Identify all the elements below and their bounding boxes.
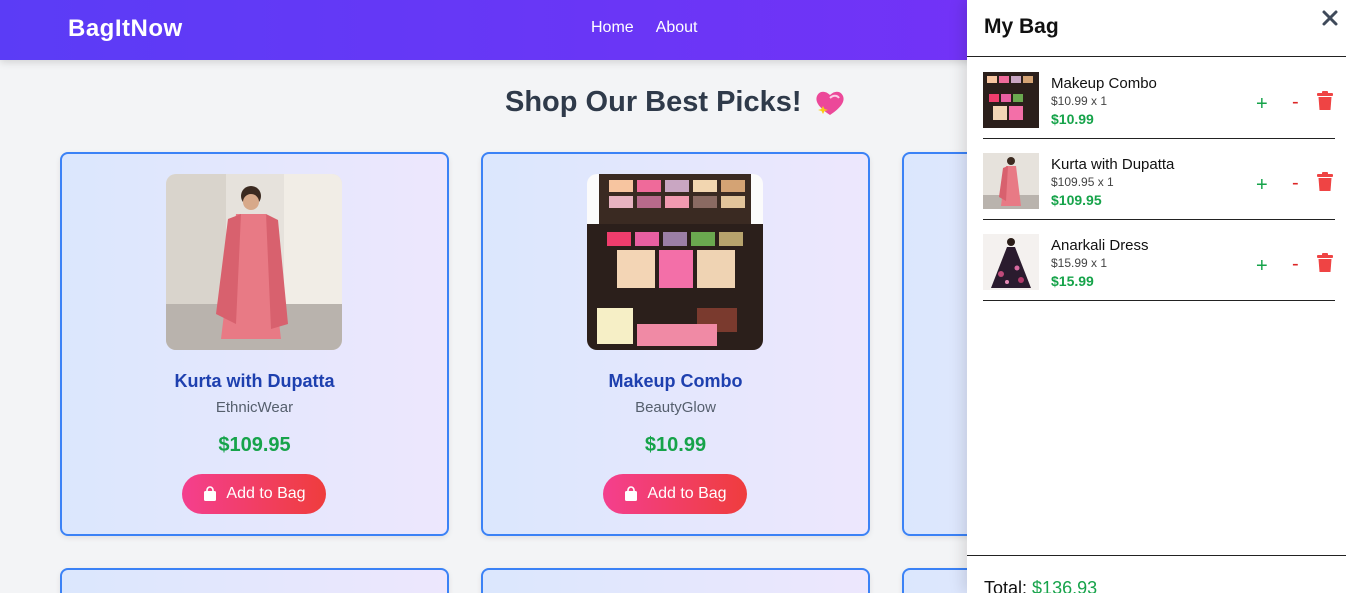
cart-item-total: $15.99 bbox=[1051, 273, 1094, 289]
product-title[interactable]: Kurta with Dupatta bbox=[62, 371, 447, 392]
product-title[interactable]: Makeup Combo bbox=[483, 371, 868, 392]
increase-qty-button[interactable]: + bbox=[1256, 255, 1268, 278]
brand-logo[interactable]: BagItNow bbox=[68, 15, 183, 43]
cart-item-name: Makeup Combo bbox=[1051, 75, 1157, 92]
decrease-qty-button[interactable]: - bbox=[1292, 91, 1299, 114]
decrease-qty-button[interactable]: - bbox=[1292, 172, 1299, 195]
cart-item-image bbox=[983, 234, 1039, 290]
product-card: Kurta with Dupatta EthnicWear $109.95 Ad… bbox=[60, 152, 449, 536]
trash-icon[interactable] bbox=[1316, 172, 1334, 192]
increase-qty-button[interactable]: + bbox=[1256, 93, 1268, 116]
sparkling-heart-icon bbox=[815, 91, 844, 115]
cart-item-image bbox=[983, 153, 1039, 209]
cart-item-qty: $10.99 x 1 bbox=[1051, 94, 1108, 108]
cart-item: Kurta with Dupatta $109.95 x 1 $109.95 +… bbox=[983, 138, 1335, 220]
close-icon[interactable] bbox=[1320, 7, 1340, 29]
add-to-bag-label: Add to Bag bbox=[226, 485, 306, 502]
cart-item-image bbox=[983, 72, 1039, 128]
trash-icon[interactable] bbox=[1316, 91, 1334, 111]
product-card bbox=[60, 568, 449, 593]
product-brand: BeautyGlow bbox=[635, 399, 716, 416]
product-image-kurta[interactable] bbox=[166, 174, 342, 350]
shopping-bag-icon bbox=[204, 486, 217, 501]
product-card: Makeup Combo BeautyGlow $10.99 Add to Ba… bbox=[481, 152, 870, 536]
cart-footer: Total: $136.93 bbox=[967, 555, 1346, 593]
cart-item: Anarkali Dress $15.99 x 1 $15.99 + - bbox=[983, 219, 1335, 301]
page-heading: Shop Our Best Picks! bbox=[505, 86, 846, 119]
cart-item-name: Anarkali Dress bbox=[1051, 237, 1149, 254]
cart-title: My Bag bbox=[984, 15, 1059, 38]
product-price: $109.95 bbox=[218, 434, 291, 456]
shopping-bag-icon bbox=[625, 486, 638, 501]
product-brand: EthnicWear bbox=[215, 399, 294, 416]
decrease-qty-button[interactable]: - bbox=[1292, 253, 1299, 276]
nav-link-home[interactable]: Home bbox=[591, 19, 634, 37]
add-to-bag-button[interactable]: Add to Bag bbox=[182, 474, 326, 514]
cart-item-total: $10.99 bbox=[1051, 111, 1094, 127]
page-title: Shop Our Best Picks! bbox=[505, 86, 802, 118]
nav-link-about[interactable]: About bbox=[656, 19, 698, 37]
cart-item-name: Kurta with Dupatta bbox=[1051, 156, 1175, 173]
cart-sidebar: My Bag Makeup Combo $10.99 x 1 $10.99 + bbox=[967, 0, 1346, 593]
cart-total-value: $136.93 bbox=[1032, 578, 1098, 593]
cart-total-label: Total: bbox=[984, 578, 1028, 593]
cart-item-qty: $15.99 x 1 bbox=[1051, 256, 1108, 270]
add-to-bag-button[interactable]: Add to Bag bbox=[603, 474, 747, 514]
product-card bbox=[481, 568, 870, 593]
cart-total: Total: $136.93 bbox=[984, 578, 1097, 593]
increase-qty-button[interactable]: + bbox=[1256, 174, 1268, 197]
product-image-makeup[interactable] bbox=[587, 174, 763, 350]
cart-item-total: $109.95 bbox=[1051, 192, 1102, 208]
add-to-bag-label: Add to Bag bbox=[647, 485, 727, 502]
cart-item-qty: $109.95 x 1 bbox=[1051, 175, 1114, 189]
cart-header: My Bag bbox=[967, 0, 1346, 57]
nav-links: Home About bbox=[591, 19, 698, 37]
cart-item: Makeup Combo $10.99 x 1 $10.99 + - bbox=[983, 57, 1335, 139]
trash-icon[interactable] bbox=[1316, 253, 1334, 273]
product-price: $10.99 bbox=[644, 434, 707, 456]
